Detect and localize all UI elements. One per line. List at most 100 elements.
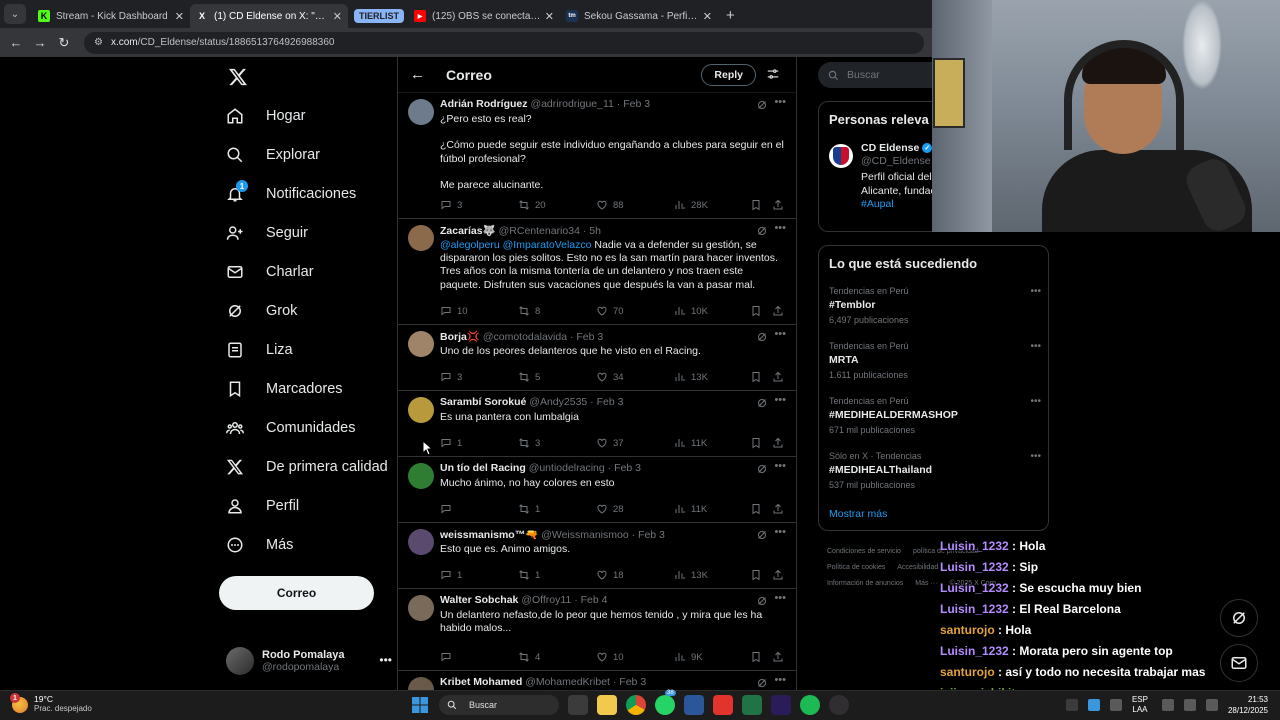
like-button[interactable]: 70 [596,305,624,317]
author-handle[interactable]: @Offroy11 [521,594,571,606]
reply-button[interactable]: 1 [440,569,462,581]
footer-link[interactable]: Política de cookies [827,564,885,571]
reply-button[interactable] [440,503,457,515]
author-name[interactable]: Un tío del Racing [440,462,526,474]
grok-explain-icon[interactable] [756,331,768,343]
repost-button[interactable]: 3 [518,437,540,449]
share-button[interactable] [772,199,789,211]
file-explorer-icon[interactable] [597,695,617,715]
microphone-tray-icon[interactable] [1109,699,1122,711]
excel-icon[interactable] [742,695,762,715]
views-button[interactable]: 11K [674,437,707,449]
repost-button[interactable]: 1 [518,569,540,581]
share-button[interactable] [772,651,789,663]
share-button[interactable] [772,371,789,383]
views-button[interactable]: 28K [674,199,708,211]
author-name[interactable]: Zacarías🐺 [440,225,496,237]
acrobat-icon[interactable] [713,695,733,715]
share-button[interactable] [772,437,789,449]
reply-tweet[interactable]: Un tío del Racing @untiodelracing · Feb … [398,457,796,523]
views-button[interactable]: 9K [674,651,703,663]
author-handle[interactable]: @comotodalavida [483,331,567,343]
reply-button[interactable]: 3 [440,199,462,211]
whatsapp-icon[interactable]: 38 [655,690,676,715]
author-name[interactable]: Kribet Mohamed [440,676,522,688]
more-icon[interactable]: ••• [774,674,786,686]
nav-item-premium[interactable]: De primera calidad [226,453,388,481]
nav-item-explore[interactable]: Explorar [226,141,320,169]
bookmark-button[interactable] [750,305,767,317]
nav-item-profile[interactable]: Perfil [226,492,299,520]
author-handle[interactable]: @RCentenario34 [499,225,580,237]
views-button[interactable]: 11K [674,503,707,515]
reply-tweet[interactable]: weissmanismo™🔫 @Weissmanismoo · Feb 3 •••… [398,523,796,589]
grok-explain-icon[interactable] [756,397,768,409]
address-bar[interactable]: ⚙ x.com /CD_Eldense/status/1886513764926… [84,31,924,54]
author-handle[interactable]: @untiodelracing [529,462,605,474]
avatar[interactable] [408,397,434,423]
views-button[interactable]: 13K [674,371,708,383]
grok-explain-icon[interactable] [756,529,768,541]
more-icon[interactable]: ••• [379,653,392,667]
avatar[interactable] [408,595,434,621]
tray-app-icon[interactable] [1087,699,1100,711]
reply-button[interactable]: 1 [440,437,462,449]
obs-icon[interactable] [829,695,849,715]
repost-button[interactable]: 1 [518,503,540,515]
like-button[interactable]: 88 [596,199,624,211]
browser-tab[interactable]: ▶ (125) OBS se conecta y descone ✕ [408,4,560,28]
spotify-icon[interactable] [800,695,820,715]
chevron-up-icon[interactable] [1065,699,1078,711]
avatar[interactable] [408,463,434,489]
browser-tab[interactable]: K Stream - Kick Dashboard ✕ [32,4,190,28]
like-button[interactable]: 37 [596,437,624,449]
battery-icon[interactable] [1205,699,1218,711]
more-icon[interactable]: ••• [1030,286,1041,297]
tweet-date[interactable]: · Feb 3 [632,529,665,541]
reload-icon[interactable]: ↻ [52,35,76,51]
trend-item[interactable]: Tendencias en Perú #Temblor 6,497 publicac… [829,286,1041,325]
nav-item-bookmarks[interactable]: Marcadores [226,375,343,403]
browser-tab-active[interactable]: X (1) CD Eldense on X: "⚡ OFICIAL ✕ [190,4,348,28]
nav-item-notifications[interactable]: 1 Notificaciones [226,180,356,208]
nav-item-lists[interactable]: Liza [226,336,293,364]
nav-item-more[interactable]: Más [226,531,293,559]
views-button[interactable]: 10K [674,305,708,317]
tweet-date[interactable]: · Feb 3 [613,676,646,688]
nav-item-grok[interactable]: Grok [226,297,297,325]
hashtag-link[interactable]: #Aupal [861,198,894,210]
nav-item-home[interactable]: Hogar [226,102,306,130]
more-icon[interactable]: ••• [774,592,786,604]
repost-button[interactable]: 20 [518,199,546,211]
back-icon[interactable]: ← [4,35,28,50]
more-icon[interactable]: ••• [774,96,786,108]
grok-explain-icon[interactable] [756,595,768,607]
repost-button[interactable]: 5 [518,371,540,383]
close-tab-icon[interactable]: ✕ [545,10,554,23]
bookmark-button[interactable] [750,503,767,515]
sliders-icon[interactable] [766,67,780,81]
like-button[interactable]: 18 [596,569,624,581]
new-tab-icon[interactable]: + [726,7,735,24]
views-button[interactable]: 13K [674,569,708,581]
more-icon[interactable]: ••• [774,328,786,340]
trend-item[interactable]: Tendencias en Perú #MEDIHEALDERMASHOP 671 … [829,396,1041,435]
author-name[interactable]: weissmanismo™🔫 [440,529,538,541]
reply-tweet[interactable]: Adrián Rodríguez @adrirodrigue_11 · Feb … [398,93,796,219]
reply-button[interactable] [440,651,457,663]
grok-explain-icon[interactable] [756,463,768,475]
site-info-icon[interactable]: ⚙ [94,37,103,48]
premiere-icon[interactable] [771,695,791,715]
reply-button[interactable]: 3 [440,371,462,383]
trend-item[interactable]: Tendencias en Perú MRTA 1.611 publicacione… [829,341,1041,380]
nav-item-messages[interactable]: Charlar [226,258,314,286]
more-icon[interactable]: ••• [1030,341,1041,352]
forward-icon[interactable]: → [28,35,52,50]
post-button[interactable]: Correo [219,576,374,610]
grok-explain-icon[interactable] [756,99,768,111]
footer-link[interactable]: Más ··· [915,580,937,587]
tweet-date[interactable]: · Feb 4 [574,594,607,606]
footer-link[interactable]: Información de anuncios [827,580,903,587]
tweet-date[interactable]: · 5h [583,225,601,237]
bookmark-button[interactable] [750,371,767,383]
